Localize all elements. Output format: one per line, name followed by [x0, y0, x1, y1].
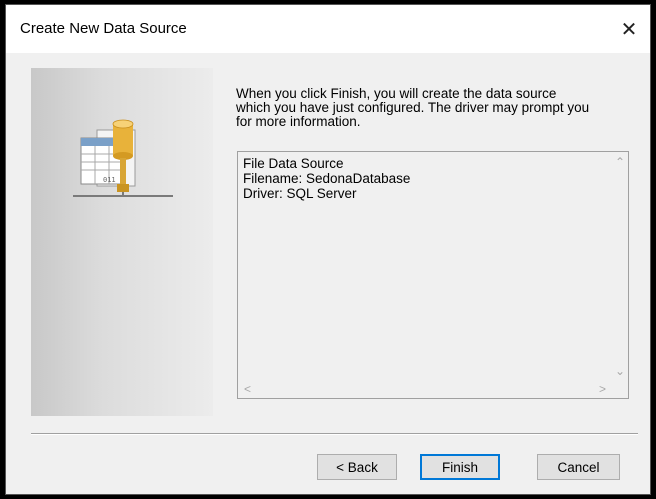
- summary-line: Filename: SedonaDatabase: [243, 171, 411, 186]
- finish-button[interactable]: Finish: [420, 454, 500, 480]
- close-icon: ✕: [620, 18, 638, 41]
- cancel-button[interactable]: Cancel: [537, 454, 620, 480]
- vertical-scrollbar[interactable]: ⌃ ⌄: [611, 152, 628, 381]
- close-button[interactable]: ✕: [610, 11, 648, 47]
- scroll-up-icon[interactable]: ⌃: [615, 156, 625, 168]
- window-title: Create New Data Source: [20, 20, 187, 37]
- button-divider: [31, 433, 638, 435]
- intro-message: When you click Finish, you will create t…: [236, 86, 590, 129]
- summary-line: Driver: SQL Server: [243, 186, 357, 201]
- database-network-icon: 011: [73, 119, 173, 197]
- title-bar: Create New Data Source ✕: [6, 5, 650, 53]
- horizontal-scrollbar[interactable]: < >: [238, 381, 612, 398]
- create-data-source-dialog: Create New Data Source ✕ 011 When you cl…: [5, 4, 651, 495]
- scroll-right-icon[interactable]: >: [599, 383, 606, 395]
- summary-content: File Data Source Filename: SedonaDatabas…: [243, 156, 410, 201]
- back-button[interactable]: < Back: [317, 454, 397, 480]
- svg-text:011: 011: [103, 176, 116, 184]
- summary-textbox[interactable]: File Data Source Filename: SedonaDatabas…: [237, 151, 629, 399]
- scroll-down-icon[interactable]: ⌄: [615, 365, 625, 377]
- summary-line: File Data Source: [243, 156, 344, 171]
- wizard-side-panel: 011: [31, 68, 213, 416]
- scroll-left-icon[interactable]: <: [244, 383, 251, 395]
